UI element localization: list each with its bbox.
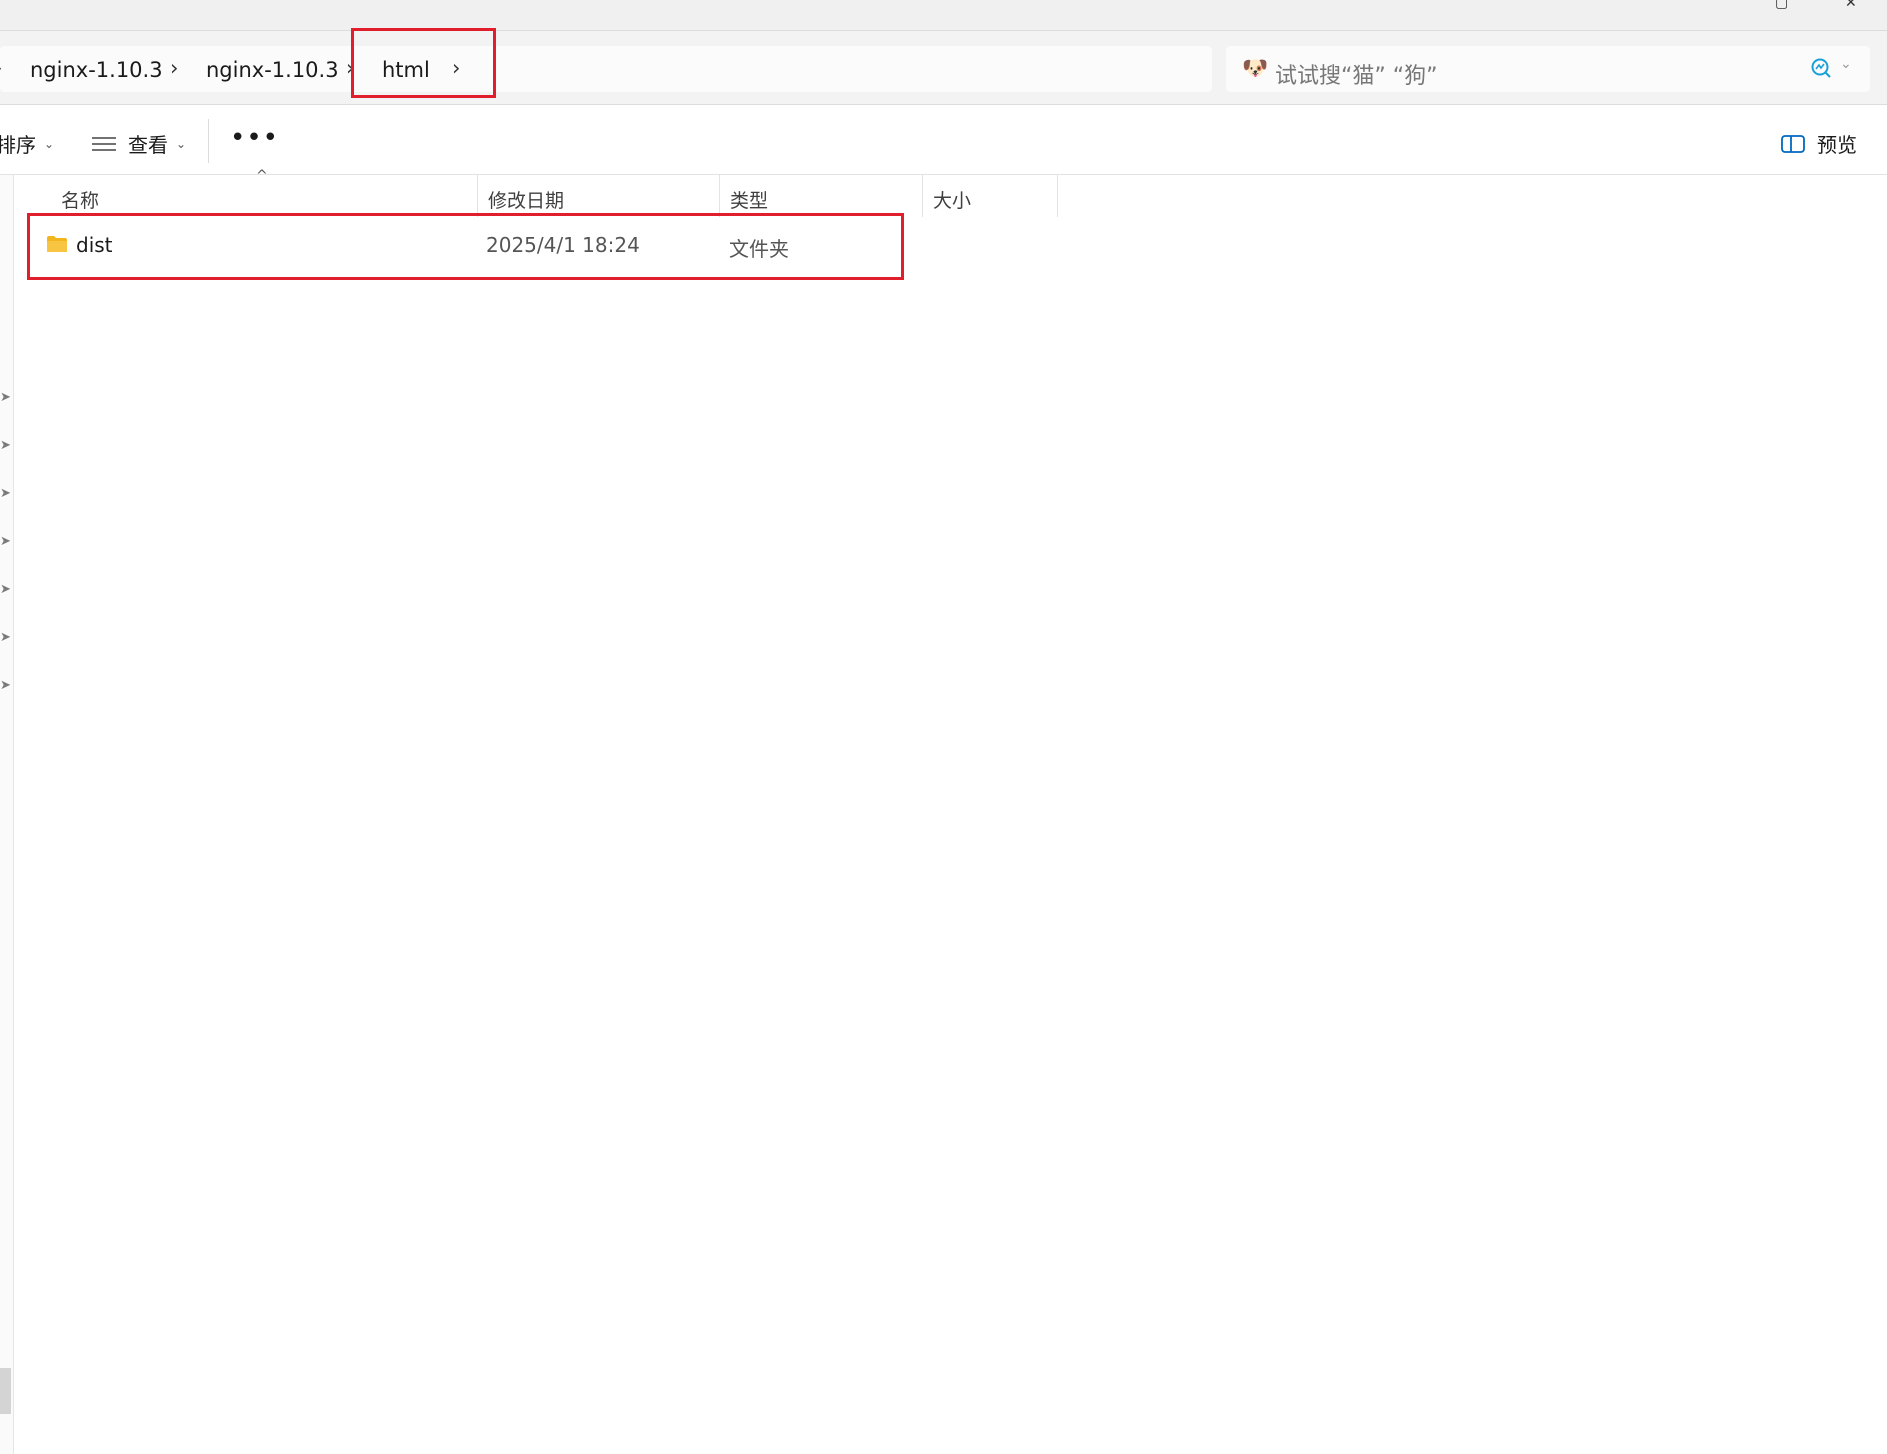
list-view-icon <box>92 136 116 151</box>
command-bar: 排序 ⌄ 查看 ⌄ ••• 预览 <box>0 105 1887 175</box>
preview-button[interactable]: 预览 <box>1781 129 1857 158</box>
more-options-button[interactable]: ••• <box>230 123 279 153</box>
view-button[interactable]: 查看 ⌄ <box>92 129 186 158</box>
address-bar[interactable]: › nginx-1.10.3 › nginx-1.10.3 › html › <box>0 46 1212 92</box>
sort-label: 排序 <box>0 133 36 157</box>
dog-emoji-icon: 🐶 <box>1242 56 1269 80</box>
file-name[interactable]: dist <box>76 233 113 257</box>
chevron-right-icon[interactable]: › <box>0 56 2 80</box>
toolbar-divider <box>208 119 209 163</box>
folder-icon <box>47 236 67 252</box>
column-header-size[interactable]: 大小 <box>924 175 1058 217</box>
column-header-name[interactable]: 名称 <box>52 175 472 217</box>
column-divider[interactable] <box>477 175 478 217</box>
file-row[interactable]: dist 2025/4/1 18:24 文件夹 <box>30 221 900 273</box>
view-label: 查看 <box>128 133 168 157</box>
chevron-down-icon: ⌄ <box>176 136 187 151</box>
address-row: › nginx-1.10.3 › nginx-1.10.3 › html › 🐶… <box>0 31 1887 105</box>
breadcrumb-item[interactable]: nginx-1.10.3 <box>30 58 163 82</box>
column-divider[interactable] <box>922 175 923 217</box>
chevron-right-icon[interactable]: › <box>170 56 178 80</box>
restore-window-icon[interactable]: ▢ <box>1775 0 1788 10</box>
file-type: 文件夹 <box>729 237 789 261</box>
chevron-down-icon[interactable]: ⌄ <box>1840 56 1852 72</box>
preview-label: 预览 <box>1817 133 1857 157</box>
pin-icon[interactable]: ➤ <box>0 630 11 645</box>
nav-scrollbar-thumb[interactable] <box>0 1368 11 1414</box>
column-header-type[interactable]: 类型 <box>721 175 921 217</box>
breadcrumb-item-current[interactable]: html <box>382 58 430 82</box>
preview-pane-icon <box>1781 134 1805 153</box>
pin-icon[interactable]: ➤ <box>0 534 11 549</box>
pin-icon[interactable]: ➤ <box>0 390 11 405</box>
ai-search-icon[interactable] <box>1810 57 1832 79</box>
column-divider[interactable] <box>719 175 720 217</box>
pin-icon[interactable]: ➤ <box>0 438 11 453</box>
column-header-modified[interactable]: 修改日期 <box>479 175 719 217</box>
close-window-icon[interactable]: ✕ <box>1845 0 1857 10</box>
chevron-right-icon[interactable]: › <box>346 56 354 80</box>
chevron-down-icon: ⌄ <box>44 136 55 151</box>
column-divider[interactable] <box>1057 175 1058 217</box>
pin-icon[interactable]: ➤ <box>0 678 11 693</box>
title-bar: ▢ ✕ <box>0 0 1887 31</box>
sort-button[interactable]: 排序 ⌄ <box>0 129 54 158</box>
chevron-right-icon[interactable]: › <box>452 56 460 80</box>
pin-icon[interactable]: ➤ <box>0 582 11 597</box>
pin-icon[interactable]: ➤ <box>0 486 11 501</box>
breadcrumb-item[interactable]: nginx-1.10.3 <box>206 58 339 82</box>
file-modified-date: 2025/4/1 18:24 <box>486 233 640 257</box>
search-box[interactable]: 🐶 试试搜“猫” “狗” ⌄ <box>1226 46 1870 92</box>
search-input[interactable]: 试试搜“猫” “狗” <box>1275 58 1438 90</box>
navigation-pane[interactable]: ➤ ➤ ➤ ➤ ➤ ➤ ➤ <box>0 175 14 1454</box>
